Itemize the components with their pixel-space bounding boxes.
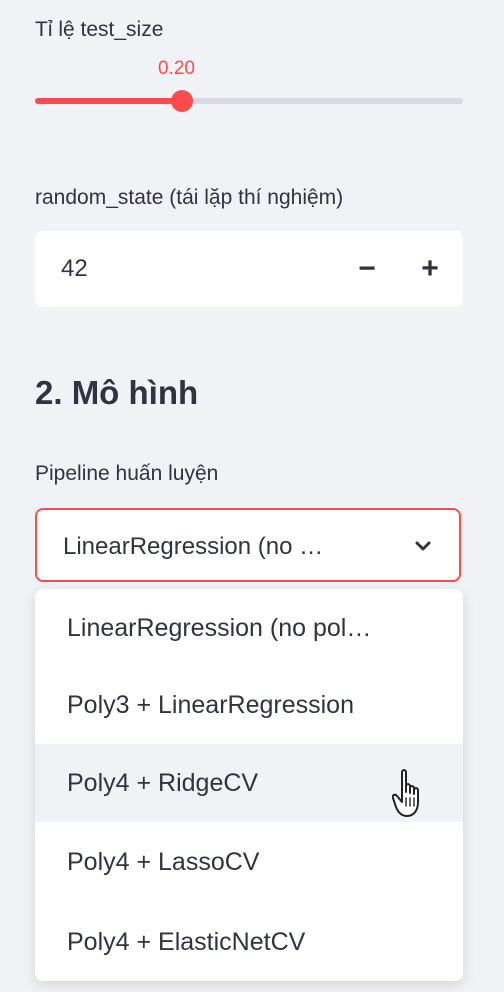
- slider-fill: [35, 98, 182, 104]
- slider-thumb[interactable]: [170, 90, 193, 112]
- random-state-label: random_state (tái lặp thí nghiệm): [35, 186, 344, 209]
- decrement-button[interactable]: −: [345, 247, 389, 291]
- random-state-value[interactable]: 42: [61, 255, 88, 283]
- slider-value: 0.20: [158, 58, 195, 79]
- increment-button[interactable]: +: [408, 247, 452, 291]
- pipeline-label: Pipeline huấn luyện: [35, 462, 219, 485]
- random-state-input[interactable]: 42 − +: [35, 231, 463, 307]
- pipeline-select[interactable]: LinearRegression (no …: [35, 508, 461, 582]
- test-size-label: Tỉ lệ test_size: [35, 18, 164, 41]
- pipeline-option-poly4-lassocv[interactable]: Poly4 + LassoCV: [35, 823, 463, 901]
- pipeline-option-linear-regression[interactable]: LinearRegression (no pol…: [35, 589, 463, 667]
- hand-pointer-icon: [392, 769, 419, 817]
- pipeline-selected-value: LinearRegression (no …: [63, 533, 324, 560]
- pipeline-option-poly4-elasticnetcv[interactable]: Poly4 + ElasticNetCV: [35, 903, 463, 981]
- pipeline-option-poly3-linear[interactable]: Poly3 + LinearRegression: [35, 666, 463, 744]
- section-title: 2. Mô hình: [35, 374, 199, 411]
- test-size-slider[interactable]: [35, 90, 463, 112]
- chevron-down-icon[interactable]: [413, 536, 433, 556]
